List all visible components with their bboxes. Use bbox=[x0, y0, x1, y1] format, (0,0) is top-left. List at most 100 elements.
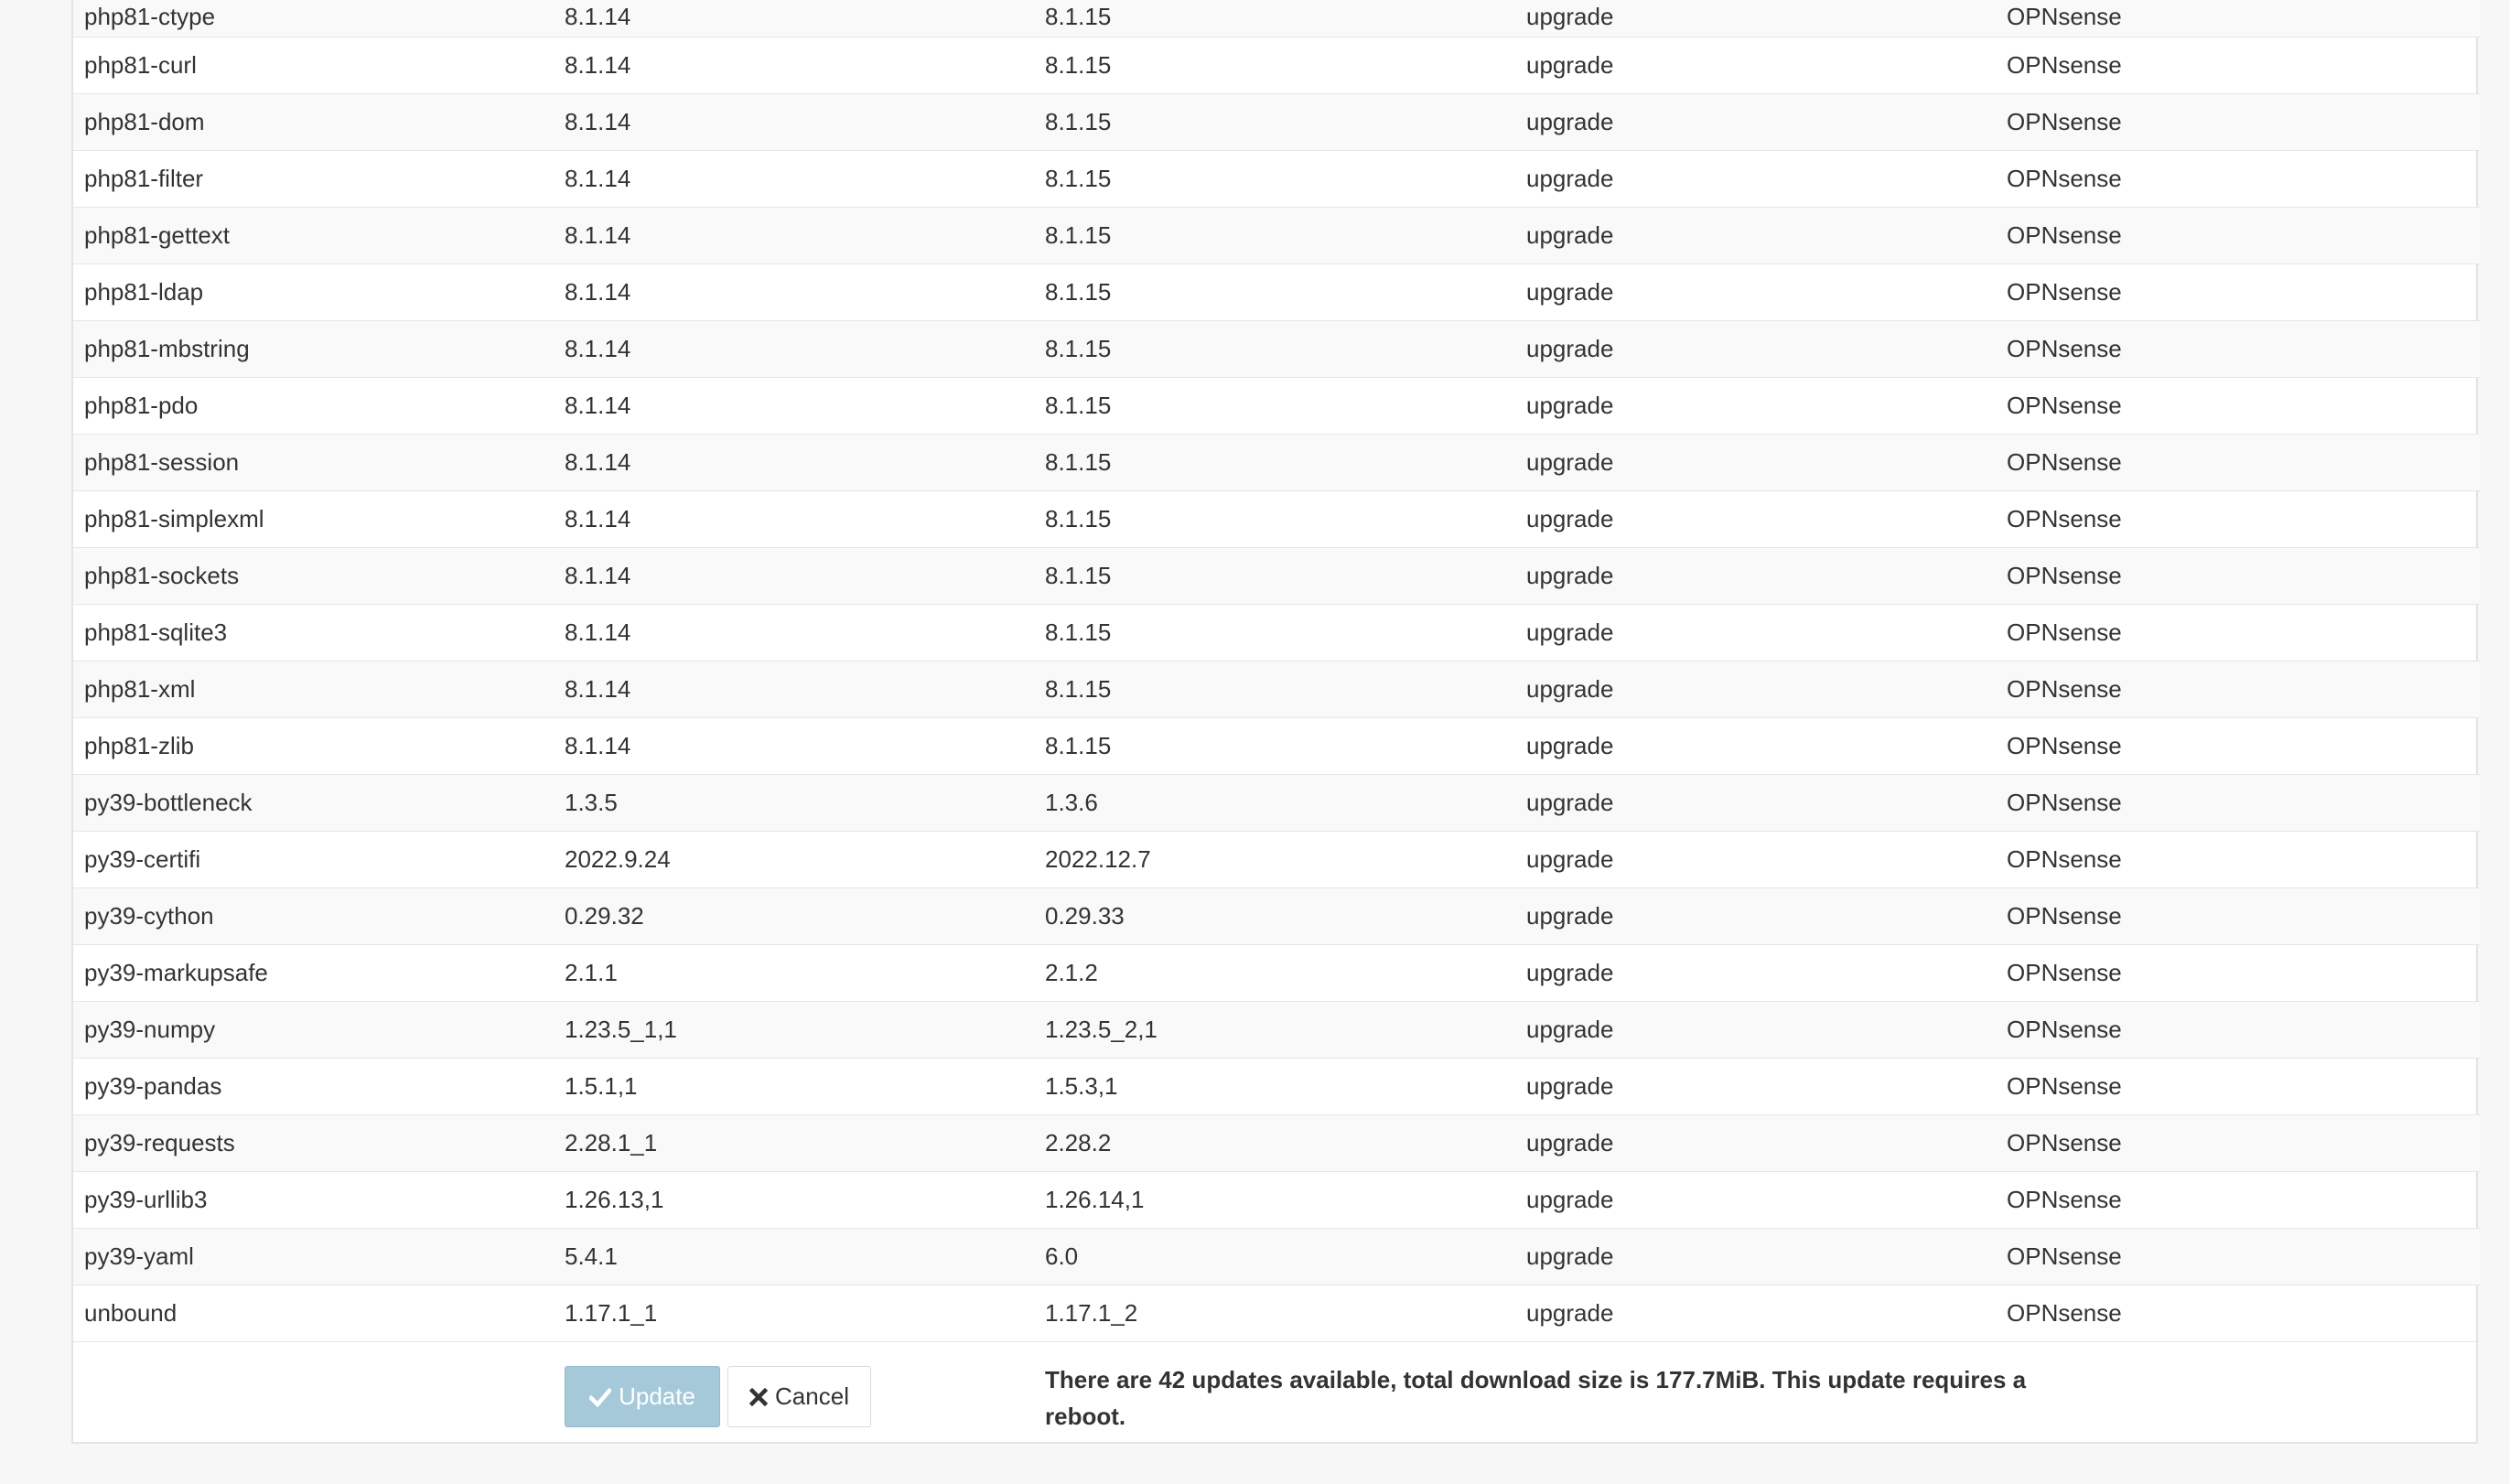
current-version-cell: 8.1.14 bbox=[554, 434, 1034, 491]
current-version-cell: 8.1.14 bbox=[554, 604, 1034, 661]
current-version-cell: 5.4.1 bbox=[554, 1228, 1034, 1285]
table-row: py39-markupsafe 2.1.1 2.1.2 upgrade OPNsense bbox=[73, 944, 2480, 1002]
action-cell: upgrade bbox=[1515, 1228, 1996, 1285]
new-version-cell: 2.1.2 bbox=[1034, 944, 1515, 1002]
update-button[interactable]: Update bbox=[565, 1366, 720, 1427]
updates-panel: php81-ctype 8.1.14 8.1.15 upgrade OPNsense ph… bbox=[71, 0, 2480, 1444]
action-cell: upgrade bbox=[1515, 1001, 1996, 1059]
current-version-cell: 1.26.13,1 bbox=[554, 1171, 1034, 1229]
table-row: php81-simplexml 8.1.14 8.1.15 upgrade OPNsen… bbox=[73, 490, 2480, 548]
package-name-cell: php81-gettext bbox=[73, 207, 554, 264]
action-cell: upgrade bbox=[1515, 887, 1996, 945]
table-row: php81-sqlite3 8.1.14 8.1.15 upgrade OPNsense bbox=[73, 604, 2480, 661]
current-version-cell: 8.1.14 bbox=[554, 93, 1034, 151]
current-version-cell: 8.1.14 bbox=[554, 0, 1034, 38]
new-version-cell: 8.1.15 bbox=[1034, 37, 1515, 94]
repository-cell: OPNsense bbox=[1996, 547, 2480, 605]
action-cell: upgrade bbox=[1515, 37, 1996, 94]
package-name-cell: php81-mbstring bbox=[73, 320, 554, 378]
repository-cell: OPNsense bbox=[1996, 661, 2480, 718]
repository-cell: OPNsense bbox=[1996, 774, 2480, 832]
check-icon bbox=[589, 1387, 612, 1407]
updates-table-body: php81-ctype 8.1.14 8.1.15 upgrade OPNsense ph… bbox=[73, 0, 2480, 1342]
table-row: py39-yaml 5.4.1 6.0 upgrade OPNsense bbox=[73, 1228, 2480, 1285]
repository-cell: OPNsense bbox=[1996, 207, 2480, 264]
new-version-cell: 8.1.15 bbox=[1034, 377, 1515, 435]
package-name-cell: py39-cython bbox=[73, 887, 554, 945]
cancel-button[interactable]: Cancel bbox=[727, 1366, 871, 1427]
table-row: py39-numpy 1.23.5_1,1 1.23.5_2,1 upgrade OPN… bbox=[73, 1001, 2480, 1059]
update-button-label: Update bbox=[619, 1382, 695, 1410]
current-version-cell: 8.1.14 bbox=[554, 263, 1034, 321]
package-name-cell: php81-curl bbox=[73, 37, 554, 94]
package-name-cell: unbound bbox=[73, 1285, 554, 1342]
new-version-cell: 2.28.2 bbox=[1034, 1114, 1515, 1172]
current-version-cell: 1.23.5_1,1 bbox=[554, 1001, 1034, 1059]
action-cell: upgrade bbox=[1515, 93, 1996, 151]
action-cell: upgrade bbox=[1515, 774, 1996, 832]
table-row: php81-ctype 8.1.14 8.1.15 upgrade OPNsense bbox=[73, 0, 2480, 38]
current-version-cell: 8.1.14 bbox=[554, 490, 1034, 548]
table-row: unbound 1.17.1_1 1.17.1_2 upgrade OPNsense bbox=[73, 1285, 2480, 1342]
new-version-cell: 8.1.15 bbox=[1034, 207, 1515, 264]
action-cell: upgrade bbox=[1515, 1114, 1996, 1172]
repository-cell: OPNsense bbox=[1996, 831, 2480, 888]
action-cell: upgrade bbox=[1515, 263, 1996, 321]
new-version-cell: 8.1.15 bbox=[1034, 263, 1515, 321]
table-row: php81-xml 8.1.14 8.1.15 upgrade OPNsense bbox=[73, 661, 2480, 718]
package-name-cell: php81-filter bbox=[73, 150, 554, 208]
repository-cell: OPNsense bbox=[1996, 490, 2480, 548]
package-name-cell: php81-simplexml bbox=[73, 490, 554, 548]
repository-cell: OPNsense bbox=[1996, 263, 2480, 321]
current-version-cell: 8.1.14 bbox=[554, 661, 1034, 718]
repository-cell: OPNsense bbox=[1996, 0, 2480, 38]
action-cell: upgrade bbox=[1515, 1285, 1996, 1342]
new-version-cell: 8.1.15 bbox=[1034, 93, 1515, 151]
table-row: py39-pandas 1.5.1,1 1.5.3,1 upgrade OPNsense bbox=[73, 1058, 2480, 1115]
package-name-cell: py39-urllib3 bbox=[73, 1171, 554, 1229]
package-name-cell: py39-requests bbox=[73, 1114, 554, 1172]
package-name-cell: php81-ctype bbox=[73, 0, 554, 38]
repository-cell: OPNsense bbox=[1996, 1001, 2480, 1059]
new-version-cell: 2022.12.7 bbox=[1034, 831, 1515, 888]
package-name-cell: php81-zlib bbox=[73, 717, 554, 775]
repository-cell: OPNsense bbox=[1996, 37, 2480, 94]
current-version-cell: 8.1.14 bbox=[554, 717, 1034, 775]
table-row: py39-cython 0.29.32 0.29.33 upgrade OPNsense bbox=[73, 887, 2480, 945]
repository-cell: OPNsense bbox=[1996, 944, 2480, 1002]
repository-cell: OPNsense bbox=[1996, 320, 2480, 378]
action-cell: upgrade bbox=[1515, 320, 1996, 378]
new-version-cell: 8.1.15 bbox=[1034, 604, 1515, 661]
current-version-cell: 1.5.1,1 bbox=[554, 1058, 1034, 1115]
repository-cell: OPNsense bbox=[1996, 887, 2480, 945]
updates-table: php81-ctype 8.1.14 8.1.15 upgrade OPNsense ph… bbox=[73, 0, 2480, 1342]
new-version-cell: 1.23.5_2,1 bbox=[1034, 1001, 1515, 1059]
new-version-cell: 8.1.15 bbox=[1034, 0, 1515, 38]
package-name-cell: py39-numpy bbox=[73, 1001, 554, 1059]
action-cell: upgrade bbox=[1515, 377, 1996, 435]
repository-cell: OPNsense bbox=[1996, 377, 2480, 435]
table-row: py39-requests 2.28.1_1 2.28.2 upgrade OPNsen… bbox=[73, 1114, 2480, 1172]
table-row: php81-pdo 8.1.14 8.1.15 upgrade OPNsense bbox=[73, 377, 2480, 435]
current-version-cell: 2.28.1_1 bbox=[554, 1114, 1034, 1172]
repository-cell: OPNsense bbox=[1996, 434, 2480, 491]
package-name-cell: php81-ldap bbox=[73, 263, 554, 321]
repository-cell: OPNsense bbox=[1996, 1058, 2480, 1115]
action-cell: upgrade bbox=[1515, 831, 1996, 888]
action-cell: upgrade bbox=[1515, 547, 1996, 605]
current-version-cell: 1.17.1_1 bbox=[554, 1285, 1034, 1342]
action-cell: upgrade bbox=[1515, 661, 1996, 718]
new-version-cell: 1.5.3,1 bbox=[1034, 1058, 1515, 1115]
table-row: php81-session 8.1.14 8.1.15 upgrade OPNsense bbox=[73, 434, 2480, 491]
table-row: php81-ldap 8.1.14 8.1.15 upgrade OPNsense bbox=[73, 263, 2480, 321]
repository-cell: OPNsense bbox=[1996, 150, 2480, 208]
table-row: py39-certifi 2022.9.24 2022.12.7 upgrade OPN… bbox=[73, 831, 2480, 888]
package-name-cell: php81-xml bbox=[73, 661, 554, 718]
current-version-cell: 2.1.1 bbox=[554, 944, 1034, 1002]
current-version-cell: 8.1.14 bbox=[554, 207, 1034, 264]
package-name-cell: py39-markupsafe bbox=[73, 944, 554, 1002]
new-version-cell: 8.1.15 bbox=[1034, 661, 1515, 718]
current-version-cell: 8.1.14 bbox=[554, 37, 1034, 94]
new-version-cell: 8.1.15 bbox=[1034, 490, 1515, 548]
table-row: py39-urllib3 1.26.13,1 1.26.14,1 upgrade OPN… bbox=[73, 1171, 2480, 1229]
